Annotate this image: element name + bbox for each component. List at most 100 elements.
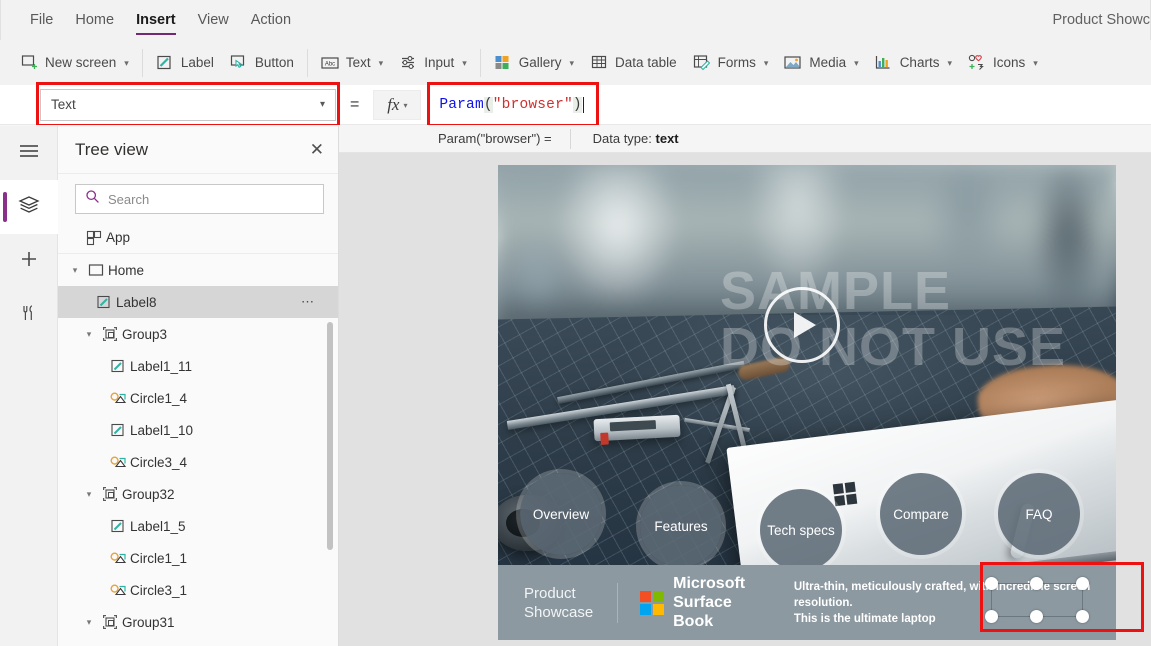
ribbon-new-screen[interactable]: New screen ▾ xyxy=(12,46,137,79)
circle-shape-icon xyxy=(106,550,130,566)
menu-item-file[interactable]: File xyxy=(19,0,64,40)
screen-icon xyxy=(84,262,108,278)
group-icon xyxy=(98,326,122,342)
tree-item-circle3-4[interactable]: Circle3_4 xyxy=(58,446,338,478)
tree-item-label1-10[interactable]: Label1_10 xyxy=(58,414,338,446)
menu-item-home[interactable]: Home xyxy=(64,0,125,40)
resize-handle-bottom-left[interactable] xyxy=(985,610,998,623)
property-selector[interactable]: Text ▾ xyxy=(40,89,336,121)
hamburger-icon xyxy=(19,144,39,163)
tree-item-label: Label1_11 xyxy=(130,359,192,374)
menu-item-view[interactable]: View xyxy=(187,0,240,40)
play-icon[interactable] xyxy=(764,287,840,363)
footer-product-name: Microsoft Surface Book xyxy=(673,574,766,631)
ribbon-button-label: Button xyxy=(255,55,294,70)
formula-input[interactable]: Param("browser") xyxy=(431,89,1151,121)
menu-toggle-button[interactable] xyxy=(0,126,58,180)
ribbon-label[interactable]: Label xyxy=(148,46,222,79)
left-rail xyxy=(0,126,58,646)
close-icon[interactable]: ✕ xyxy=(310,141,324,158)
tree-item-circle1-4[interactable]: Circle1_4 xyxy=(58,382,338,414)
selected-label-control[interactable] xyxy=(985,577,1089,623)
resize-handle-bottom-right[interactable] xyxy=(1076,610,1089,623)
tree-item-label: Label8 xyxy=(116,295,157,310)
app-title: Product Showc xyxy=(1052,12,1150,28)
tree-scrollbar[interactable] xyxy=(325,222,333,642)
gallery-icon xyxy=(494,54,512,72)
tree-item-group3[interactable]: ▾ Group3 xyxy=(58,318,338,350)
intellisense-datatype: Data type: text xyxy=(571,131,679,146)
menu-item-action[interactable]: Action xyxy=(240,0,302,40)
tree-item-group31[interactable]: ▾ Group31 xyxy=(58,606,338,638)
app-screen-canvas[interactable]: SAMPLE DO NOT USE Overview Features Tech… xyxy=(498,165,1116,640)
nav-circle-features[interactable]: Features xyxy=(640,485,722,567)
more-options-icon[interactable]: ⋯ xyxy=(301,294,316,310)
ribbon-forms[interactable]: Forms ▾ xyxy=(685,46,777,79)
chevron-down-icon[interactable]: ▾ xyxy=(66,265,84,276)
tree-item-group32[interactable]: ▾ Group32 xyxy=(58,478,338,510)
chevron-down-icon[interactable]: ▾ xyxy=(80,489,98,500)
resize-handle-top-left[interactable] xyxy=(985,577,998,590)
formula-token-close-paren: ) xyxy=(573,97,582,113)
tree-item-app[interactable]: App xyxy=(58,222,338,254)
tree-item-label: Home xyxy=(108,263,144,278)
tree-item-circle3-1[interactable]: Circle3_1 xyxy=(58,574,338,606)
fx-icon: fx xyxy=(387,95,399,115)
tree-item-label1-11[interactable]: Label1_11 xyxy=(58,350,338,382)
chevron-down-icon[interactable]: ▾ xyxy=(80,329,98,340)
tree-item-label1-5[interactable]: Label1_5 xyxy=(58,510,338,542)
label-icon xyxy=(106,422,130,438)
power-apps-studio: File Home Insert View Action Product Sho… xyxy=(0,0,1151,646)
tree-item-label: App xyxy=(106,230,130,245)
footer-brand-line-1: Product xyxy=(524,584,593,603)
intellisense-inner: Param("browser") = Data type: text xyxy=(420,125,679,153)
search-input[interactable] xyxy=(108,192,314,207)
forms-icon xyxy=(693,54,711,72)
ribbon-charts-label: Charts xyxy=(900,55,940,70)
new-screen-icon xyxy=(20,54,38,72)
ribbon-media[interactable]: Media ▾ xyxy=(776,46,866,79)
ribbon-input[interactable]: Input ▾ xyxy=(391,46,475,79)
ribbon-text-label: Text xyxy=(346,55,371,70)
tree-item-label: Circle1_1 xyxy=(130,551,187,566)
button-icon xyxy=(230,54,248,72)
nav-circle-faq[interactable]: FAQ xyxy=(998,473,1080,555)
ribbon-gallery[interactable]: Gallery ▾ xyxy=(486,46,582,79)
menu-item-insert[interactable]: Insert xyxy=(125,0,187,40)
resize-handle-top-center[interactable] xyxy=(1030,577,1043,590)
resize-handle-bottom-center[interactable] xyxy=(1030,610,1043,623)
formula-token-string: "browser" xyxy=(493,97,573,113)
nav-circle-label: Overview xyxy=(533,507,589,522)
fx-button[interactable]: fx ▾ xyxy=(373,90,421,120)
tree-view-button[interactable] xyxy=(0,180,58,234)
tree-view-title: Tree view xyxy=(75,140,148,160)
advanced-button[interactable] xyxy=(0,288,58,342)
tree-item-label: Group3 xyxy=(122,327,167,342)
group-icon xyxy=(98,486,122,502)
nav-circle-tech-specs[interactable]: Tech specs xyxy=(760,489,842,571)
chevron-down-icon[interactable]: ▾ xyxy=(80,617,98,628)
tree-scrollbar-thumb[interactable] xyxy=(327,322,333,550)
ribbon-icons[interactable]: Icons ▾ xyxy=(960,46,1046,79)
tree-item-label8[interactable]: Label8 ⋯ xyxy=(58,286,338,318)
ribbon-text[interactable]: Abc Text ▾ xyxy=(313,46,391,79)
circle-shape-icon xyxy=(106,454,130,470)
insert-button[interactable] xyxy=(0,234,58,288)
nav-circle-overview[interactable]: Overview xyxy=(520,473,602,555)
label-icon xyxy=(106,358,130,374)
tree-search-box[interactable] xyxy=(75,184,324,214)
tree-item-circle1-1[interactable]: Circle1_1 xyxy=(58,542,338,574)
tree-item-label: Label1_10 xyxy=(130,423,193,438)
resize-handle-top-right[interactable] xyxy=(1076,577,1089,590)
chevron-down-icon: ▾ xyxy=(124,58,129,69)
tree-item-home[interactable]: ▾ Home xyxy=(58,254,338,286)
nav-circle-compare[interactable]: Compare xyxy=(880,473,962,555)
ribbon-button[interactable]: Button xyxy=(222,46,302,79)
nav-circle-label: Compare xyxy=(893,507,949,522)
ribbon-data-table[interactable]: Data table xyxy=(582,46,685,79)
chevron-down-icon: ▾ xyxy=(1033,58,1038,69)
nav-circle-label: FAQ xyxy=(1025,507,1052,522)
ribbon-charts[interactable]: Charts ▾ xyxy=(867,46,960,79)
chevron-down-icon: ▾ xyxy=(854,58,859,69)
nav-circle-label: Features xyxy=(654,519,707,534)
